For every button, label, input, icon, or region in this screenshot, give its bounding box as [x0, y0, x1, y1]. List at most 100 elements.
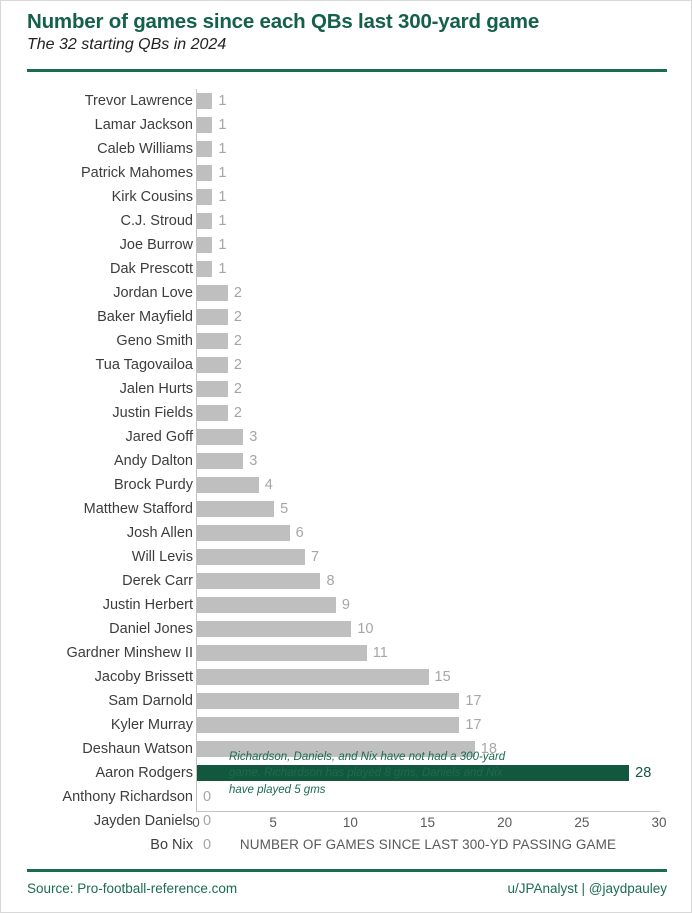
bar-row-label: Caleb Williams: [97, 141, 193, 157]
bar: [197, 189, 213, 205]
bar: [197, 381, 228, 397]
bar: [197, 357, 228, 373]
bar-row-label: Will Levis: [131, 549, 193, 565]
bar: [197, 453, 244, 469]
bar: [197, 213, 213, 229]
bar-row-label: Bo Nix: [150, 837, 193, 853]
bar-row: Josh Allen 6: [1, 521, 691, 545]
bar-row: Gardner Minshew II 11: [1, 641, 691, 665]
bar-row-label: Aaron Rodgers: [95, 765, 193, 781]
bar-row: Will Levis 7: [1, 545, 691, 569]
bar: [197, 237, 213, 253]
bar-value-label: 1: [218, 141, 227, 157]
bar-row: Joe Burrow 1: [1, 233, 691, 257]
bar-row-label: Anthony Richardson: [62, 789, 193, 805]
chart-page: Number of games since each QBs last 300-…: [0, 0, 692, 913]
bar-row: Kirk Cousins 1: [1, 185, 691, 209]
bar-row: C.J. Stroud 1: [1, 209, 691, 233]
x-axis-tick-label: 0: [192, 815, 200, 830]
bar-value-label: 1: [218, 189, 227, 205]
credit-text: u/JPAnalyst | @jaydpauley: [507, 881, 667, 896]
bar: [197, 501, 275, 517]
bar-row-label: Justin Fields: [112, 405, 193, 421]
bar-row: Matthew Stafford 5: [1, 497, 691, 521]
plot-area: Trevor Lawrence 1 Lamar Jackson 1 Caleb Will…: [1, 89, 691, 853]
bar: [197, 621, 352, 637]
bar: [197, 261, 213, 277]
chart-footer: Source: Pro-football-reference.com u/JPA…: [27, 875, 667, 903]
bar-value-label: 1: [218, 93, 227, 109]
bar-row-label: Jordan Love: [113, 285, 193, 301]
bar-row: Jared Goff 3: [1, 425, 691, 449]
bar-value-label: 28: [635, 765, 652, 781]
bar: [197, 645, 367, 661]
bar-row-label: Andy Dalton: [114, 453, 193, 469]
bar-value-label: 2: [233, 333, 242, 349]
bar: [197, 717, 460, 733]
bar-value-label: 7: [311, 549, 320, 565]
bar: [197, 429, 244, 445]
header-divider: [27, 69, 667, 72]
bar-value-label: 17: [465, 717, 482, 733]
bar-row: Caleb Williams 1: [1, 137, 691, 161]
bar-row-label: Patrick Mahomes: [80, 165, 193, 181]
bar-row: Justin Herbert 9: [1, 593, 691, 617]
bar-row: Brock Purdy 4: [1, 473, 691, 497]
bar-value-label: 10: [357, 621, 374, 637]
chart-header: Number of games since each QBs last 300-…: [1, 1, 691, 55]
x-axis-tick-label: 25: [574, 815, 590, 830]
bar-value-label: 1: [218, 165, 227, 181]
bar-row-label: Tua Tagovailoa: [95, 357, 193, 373]
bar-value-label: 15: [434, 669, 451, 685]
bar-value-label: 6: [295, 525, 304, 541]
bar: [197, 405, 228, 421]
bar-row-label: Brock Purdy: [114, 477, 193, 493]
bar-row-label: Dak Prescott: [110, 261, 193, 277]
bar: [197, 117, 213, 133]
bar-row: Tua Tagovailoa 2: [1, 353, 691, 377]
bar-row-label: Matthew Stafford: [83, 501, 193, 517]
bar: [197, 477, 259, 493]
x-axis-line: [196, 811, 660, 812]
bar-row-label: Daniel Jones: [109, 621, 193, 637]
x-axis-tick-label: 20: [497, 815, 513, 830]
bar-row: Daniel Jones 10: [1, 617, 691, 641]
x-axis-tick-label: 30: [651, 815, 667, 830]
bar-row: Baker Mayfield 2: [1, 305, 691, 329]
bar-value-label: 9: [341, 597, 350, 613]
bar-value-label: 4: [264, 477, 273, 493]
bar-row-label: Justin Herbert: [102, 597, 193, 613]
bar-row-label: Jalen Hurts: [119, 381, 193, 397]
x-axis-title: NUMBER OF GAMES SINCE LAST 300-YD PASSIN…: [239, 837, 617, 852]
bar-value-label: 1: [218, 117, 227, 133]
source-text: Source: Pro-football-reference.com: [27, 881, 238, 896]
bar-value-label: 5: [280, 501, 289, 517]
bar: [197, 573, 321, 589]
bar-row: Lamar Jackson 1: [1, 113, 691, 137]
bar-value-label: 1: [218, 261, 227, 277]
bar-value-label: 2: [233, 357, 242, 373]
bar: [197, 597, 336, 613]
bar: [197, 285, 228, 301]
bar-value-label: 1: [218, 213, 227, 229]
x-axis-tick-label: 10: [342, 815, 358, 830]
footer-divider: [27, 869, 667, 872]
bar: [197, 333, 228, 349]
bar-row-label: Baker Mayfield: [97, 309, 193, 325]
bar-value-label: 2: [233, 381, 242, 397]
bar-value-label: 17: [465, 693, 482, 709]
bar-value-label: 3: [249, 453, 258, 469]
bar-rows: Trevor Lawrence 1 Lamar Jackson 1 Caleb Will…: [1, 89, 691, 857]
bar-row: Justin Fields 2: [1, 401, 691, 425]
bar-row-label: Derek Carr: [122, 573, 193, 589]
bar-row: Andy Dalton 3: [1, 449, 691, 473]
bar-value-label: 8: [326, 573, 335, 589]
bar-value-label: 2: [233, 309, 242, 325]
bar-row: Kyler Murray 17: [1, 713, 691, 737]
bar-row: Jordan Love 2: [1, 281, 691, 305]
bar-row: Sam Darnold 17: [1, 689, 691, 713]
bar-value-label: 0: [203, 789, 212, 805]
bar-row: Geno Smith 2: [1, 329, 691, 353]
bar-row-label: Jacoby Brissett: [94, 669, 193, 685]
bar-row: Patrick Mahomes 1: [1, 161, 691, 185]
